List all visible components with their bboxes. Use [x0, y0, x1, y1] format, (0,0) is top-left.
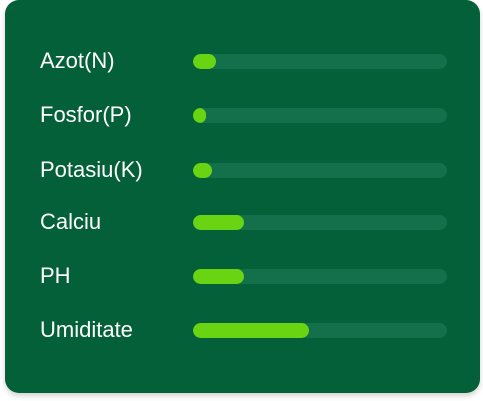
nutrient-label-potassium: Potasiu(K) — [40, 157, 143, 182]
nutrient-bar-humidity — [193, 323, 447, 338]
nutrient-bar-fill-humidity — [193, 323, 309, 338]
nutrient-row-phosphorus: Fosfor(P) — [5, 95, 480, 135]
nutrient-label-phosphorus: Fosfor(P) — [40, 102, 132, 127]
nutrient-bar-fill-calcium — [193, 215, 244, 230]
nutrient-bar-potassium — [193, 163, 447, 178]
nutrient-bar-calcium — [193, 215, 447, 230]
nutrient-bar-phosphorus — [193, 108, 447, 123]
nutrient-levels-card: Azot(N) Fosfor(P) Potasiu(K) Calciu PH U… — [5, 0, 480, 393]
nutrient-label-ph: PH — [40, 263, 71, 288]
nutrient-row-ph: PH — [5, 256, 480, 296]
nutrient-bar-ph — [193, 269, 447, 284]
nutrient-bar-fill-ph — [193, 269, 244, 284]
nutrient-label-humidity: Umiditate — [40, 317, 133, 342]
nutrient-row-nitrogen: Azot(N) — [5, 41, 480, 81]
nutrient-row-potassium: Potasiu(K) — [5, 150, 480, 190]
nutrient-label-nitrogen: Azot(N) — [40, 48, 115, 73]
nutrient-bar-nitrogen — [193, 54, 447, 69]
nutrient-bar-fill-nitrogen — [193, 54, 216, 69]
nutrient-bar-fill-potassium — [193, 163, 213, 178]
nutrient-row-calcium: Calciu — [5, 202, 480, 242]
nutrient-row-humidity: Umiditate — [5, 310, 480, 350]
nutrient-bar-fill-phosphorus — [193, 108, 206, 123]
nutrient-label-calcium: Calciu — [40, 209, 102, 234]
